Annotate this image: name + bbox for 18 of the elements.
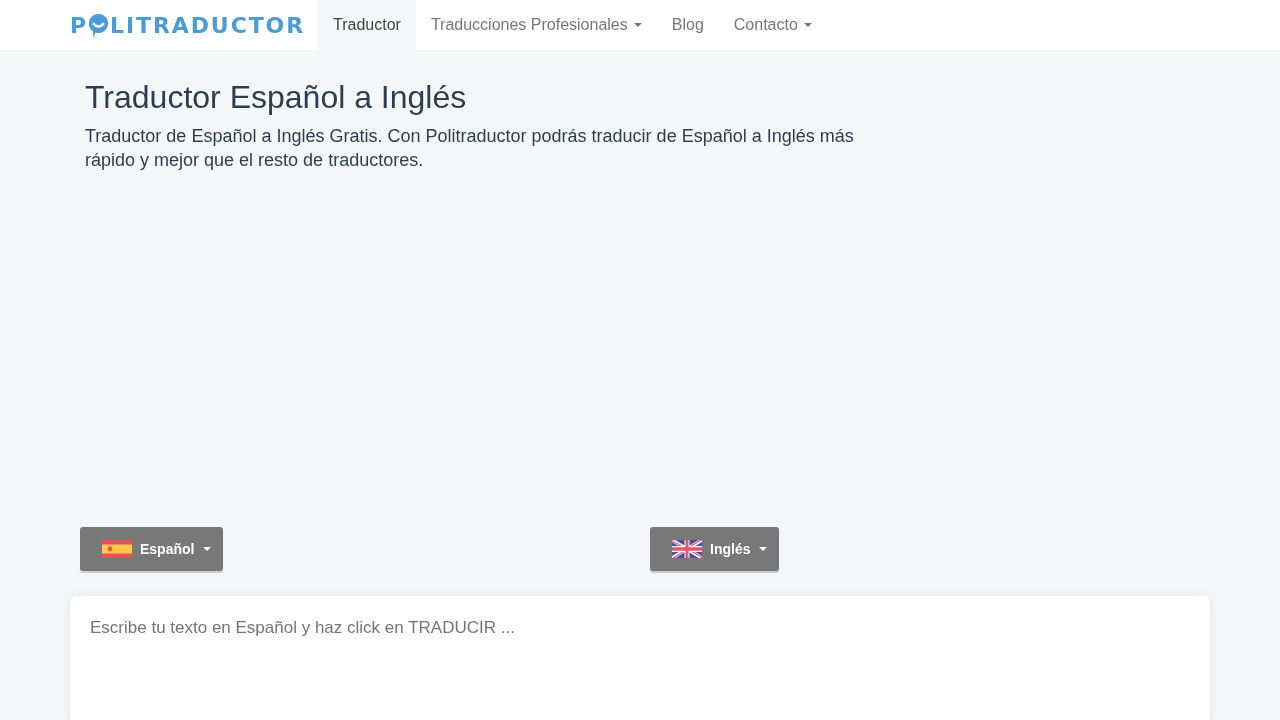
logo-text: P [70, 12, 89, 38]
language-dropdown-button[interactable]: Inglés [650, 527, 780, 571]
caret-icon [633, 23, 642, 27]
nav-link[interactable]: Contacto [718, 0, 827, 50]
spain-flag-icon [102, 540, 132, 558]
page-description: Traductor de Español a Inglés Gratis. Con Politraductor podrás traducir de Español a Inglés más rápido y mejor que el resto de traductores. [85, 125, 855, 172]
nav-link[interactable]: Blog [656, 0, 719, 50]
language-dropdown-button[interactable]: Español [80, 527, 224, 571]
speech-bubble-icon [89, 14, 109, 38]
caret-icon [759, 547, 768, 551]
nav-link[interactable]: Traductor [318, 0, 416, 50]
caret-icon [203, 547, 212, 551]
logo-text: LITRADUCTOR [110, 12, 306, 38]
uk-flag-icon [672, 540, 702, 558]
nav-link[interactable]: Traducciones Profesionales [415, 0, 657, 50]
caret-icon [803, 23, 812, 27]
page-title: Traductor Español a Inglés [85, 80, 468, 115]
text-input-field[interactable]: Escribe tu texto en Español y haz click en TRADUCIR ... [70, 596, 1210, 720]
